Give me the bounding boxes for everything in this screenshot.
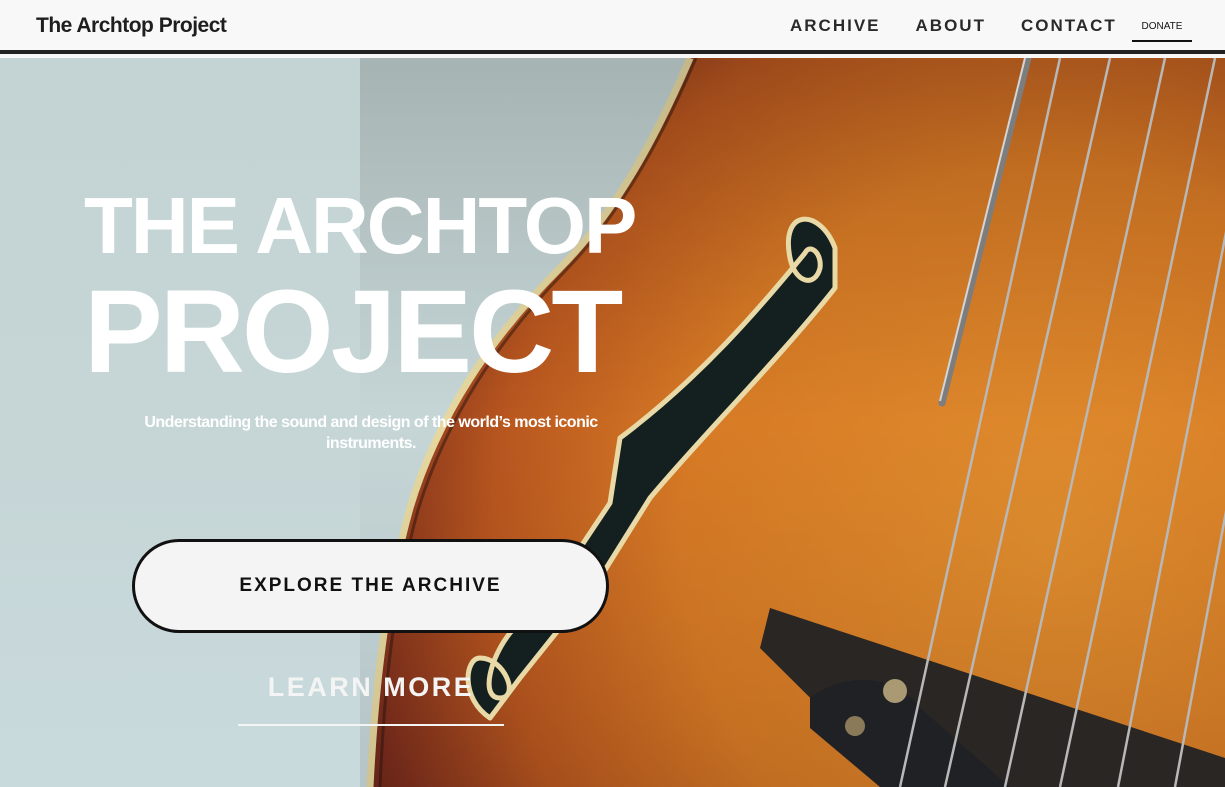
main-nav: ARCHIVE ABOUT CONTACT bbox=[790, 16, 1152, 36]
learn-more-link[interactable]: LEARN MORE bbox=[238, 670, 504, 726]
nav-contact[interactable]: CONTACT bbox=[1021, 16, 1117, 36]
hero-section: THE ARCHTOP PROJECT Understanding the so… bbox=[0, 58, 1225, 787]
donate-button[interactable]: DONATE bbox=[1132, 20, 1192, 42]
bridge-thumbwheel bbox=[845, 716, 865, 736]
brand-logo[interactable]: The Archtop Project bbox=[36, 14, 227, 38]
hero-subtitle: Understanding the sound and design of th… bbox=[144, 414, 598, 452]
explore-archive-button[interactable]: EXPLORE THE ARCHIVE bbox=[132, 539, 609, 633]
hero-title-line2: PROJECT bbox=[84, 266, 623, 398]
nav-archive[interactable]: ARCHIVE bbox=[790, 16, 881, 36]
nav-about[interactable]: ABOUT bbox=[916, 16, 986, 36]
site-header: The Archtop Project ARCHIVE ABOUT CONTAC… bbox=[0, 0, 1225, 54]
hero-title-line1: THE ARCHTOP bbox=[84, 181, 637, 270]
page: The Archtop Project ARCHIVE ABOUT CONTAC… bbox=[0, 0, 1225, 787]
